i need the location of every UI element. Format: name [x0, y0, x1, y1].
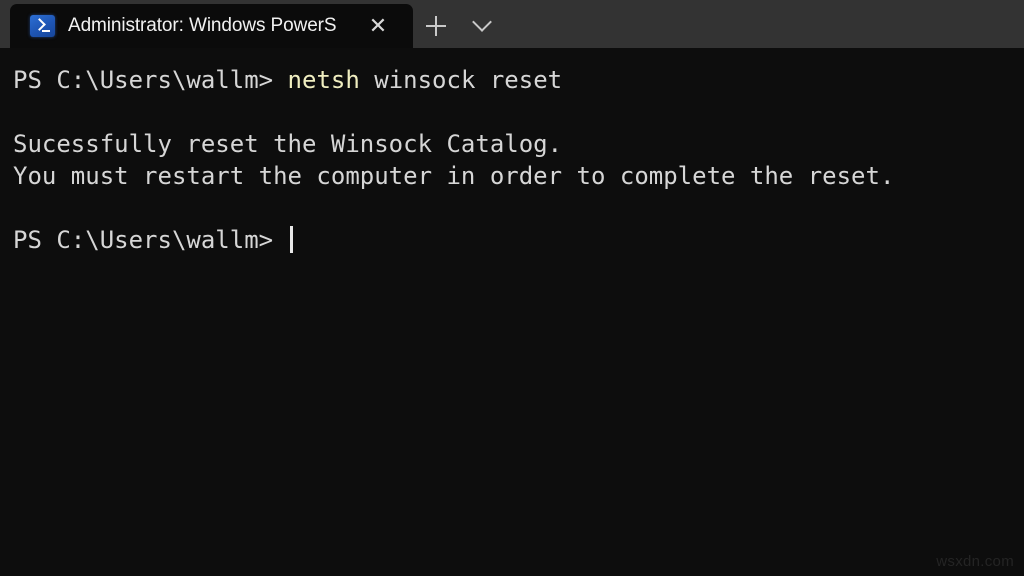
tab-dropdown-button[interactable]: [459, 4, 505, 48]
plus-icon: [426, 16, 446, 36]
new-tab-button[interactable]: [413, 4, 459, 48]
command-name: netsh: [287, 66, 360, 94]
chevron-down-icon: [472, 12, 492, 32]
prompt-label: PS C:\Users\wallm>: [13, 66, 288, 94]
close-icon[interactable]: ✕: [365, 13, 391, 39]
tab-strip: Administrator: Windows PowerS ✕: [0, 0, 505, 48]
terminal-line-command: PS C:\Users\wallm> netsh winsock reset: [13, 64, 1024, 96]
terminal-output[interactable]: PS C:\Users\wallm> netsh winsock reset S…: [0, 48, 1024, 576]
terminal-line-active-prompt: PS C:\Users\wallm>: [13, 224, 1024, 256]
terminal-line-output: Sucessfully reset the Winsock Catalog.: [13, 130, 563, 158]
title-bar: Administrator: Windows PowerS ✕: [0, 0, 1024, 48]
command-args: winsock reset: [359, 66, 563, 94]
tab-title: Administrator: Windows PowerS: [68, 15, 337, 36]
watermark: wsxdn.com: [936, 553, 1014, 570]
text-cursor: [289, 226, 293, 253]
terminal-line-output: You must restart the computer in order t…: [13, 162, 895, 190]
powershell-window: Administrator: Windows PowerS ✕ PS C:\Us…: [0, 0, 1024, 576]
tab-powershell[interactable]: Administrator: Windows PowerS ✕: [10, 4, 413, 48]
powershell-icon: [30, 15, 55, 37]
prompt-label: PS C:\Users\wallm>: [13, 226, 288, 254]
